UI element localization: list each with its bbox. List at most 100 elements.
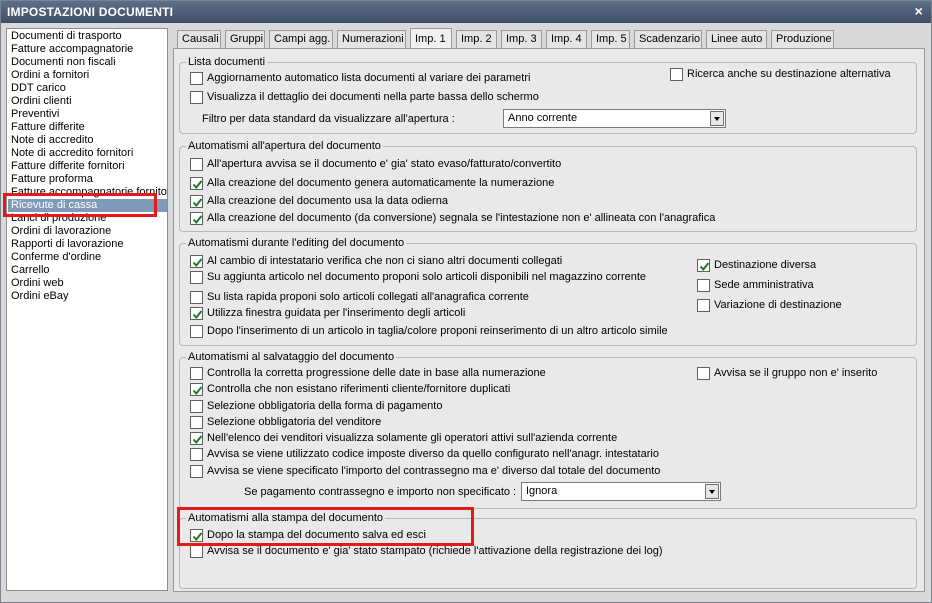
checkmark-icon[interactable] (190, 195, 203, 208)
filter-label: Filtro per data standard da visualizzare… (202, 113, 455, 125)
checkbox-box[interactable] (190, 72, 203, 85)
checkbox-label: Dopo l'inserimento di un articolo in tag… (207, 325, 668, 337)
tab-imp-1[interactable]: Imp. 1 (410, 28, 452, 50)
checkbox-label: Visualizza il dettaglio dei documenti ne… (207, 91, 539, 103)
checkbox-label: Alla creazione del documento genera auto… (207, 177, 555, 189)
checkbox-label: Aggiornamento automatico lista documenti… (207, 72, 531, 84)
checkmark-icon[interactable] (190, 212, 203, 225)
document-type-list[interactable]: Documenti di trasporto Fatture accompagna… (6, 28, 168, 591)
checkbox-label: Dopo la stampa del documento salva ed es… (207, 529, 426, 541)
checkbox-label: Nell'elenco dei venditori visualizza sol… (207, 432, 618, 444)
list-item-fatture-differite-fornitori[interactable]: Fatture differite fornitori (8, 160, 167, 173)
checkbox-box[interactable] (190, 271, 203, 284)
chevron-down-icon[interactable] (710, 111, 724, 126)
tab-imp-5[interactable]: Imp. 5 (591, 30, 630, 49)
list-item-rapporti-di-lavorazione[interactable]: Rapporti di lavorazione (8, 238, 167, 251)
checkbox-box[interactable] (190, 448, 203, 461)
tab-linee-auto[interactable]: Linee auto (706, 30, 767, 49)
checkbox-label: Avvisa se il gruppo non e' inserito (714, 367, 878, 379)
list-item-fatture-differite[interactable]: Fatture differite (8, 121, 167, 134)
checkbox-box[interactable] (190, 158, 203, 171)
checkbox-label: Su aggiunta articolo nel documento propo… (207, 271, 647, 283)
checkbox-box[interactable] (190, 400, 203, 413)
tab-imp-2[interactable]: Imp. 2 (456, 30, 497, 49)
list-item-note-di-accredito[interactable]: Note di accredito (8, 134, 167, 147)
checkbox-label: Controlla che non esistano riferimenti c… (207, 383, 511, 395)
checkbox-label: Variazione di destinazione (714, 299, 842, 311)
checkmark-icon[interactable] (190, 432, 203, 445)
list-item-ddt-carico[interactable]: DDT carico (8, 82, 167, 95)
list-item-carrello[interactable]: Carrello (8, 264, 167, 277)
list-item-conferme-d-ordine[interactable]: Conferme d'ordine (8, 251, 167, 264)
settings-window: IMPOSTAZIONI DOCUMENTI × Documenti di tr… (0, 0, 932, 603)
checkmark-icon[interactable] (190, 177, 203, 190)
checkbox-box[interactable] (190, 465, 203, 478)
tab-gruppi[interactable]: Gruppi (225, 30, 265, 49)
list-item-documenti-non-fiscali[interactable]: Documenti non fiscali (8, 56, 167, 69)
checkmark-icon[interactable] (190, 529, 203, 542)
checkbox-box[interactable] (190, 325, 203, 338)
checkbox-box[interactable] (670, 68, 683, 81)
contrassegno-value: Ignora (526, 485, 558, 497)
checkbox-label: All'apertura avvisa se il documento e' g… (207, 158, 562, 170)
checkbox-label: Alla creazione del documento (da convers… (207, 212, 716, 224)
tab-produzione[interactable]: Produzione (771, 30, 834, 49)
checkbox-label: Su lista rapida proponi solo articoli co… (207, 291, 529, 303)
list-item-ordini-clienti[interactable]: Ordini clienti (8, 95, 167, 108)
chevron-down-icon[interactable] (705, 484, 719, 499)
group-title: Lista documenti (186, 56, 268, 68)
list-item-ricevute-di-cassa[interactable]: Ricevute di cassa (8, 199, 167, 212)
window-title: IMPOSTAZIONI DOCUMENTI (7, 5, 174, 19)
list-item-ordini-di-lavorazione[interactable]: Ordini di lavorazione (8, 225, 167, 238)
checkbox-box[interactable] (190, 545, 203, 558)
checkbox-box[interactable] (190, 367, 203, 380)
list-item-documenti-di-trasporto[interactable]: Documenti di trasporto (8, 30, 167, 43)
checkbox-label: Selezione obbligatoria della forma di pa… (207, 400, 443, 412)
checkbox-box[interactable] (190, 416, 203, 429)
tab-numerazioni[interactable]: Numerazioni (337, 30, 406, 49)
filter-date-select[interactable]: Anno corrente (503, 109, 726, 128)
checkbox-box[interactable] (190, 291, 203, 304)
contrassegno-label: Se pagamento contrassegno e importo non … (244, 486, 517, 498)
group-title: Automatismi al salvataggio del documento (186, 351, 397, 363)
contrassegno-select[interactable]: Ignora (521, 482, 721, 501)
checkbox-box[interactable] (697, 367, 710, 380)
checkbox-label: Controlla la corretta progressione delle… (207, 367, 546, 379)
checkmark-icon[interactable] (190, 255, 203, 268)
tab-panel-imp1: Lista documenti Automatismi all'apertura… (173, 48, 925, 592)
checkbox-label: Destinazione diversa (714, 259, 817, 271)
list-item-note-di-accredito-fornitori[interactable]: Note di accredito fornitori (8, 147, 167, 160)
checkmark-icon[interactable] (190, 383, 203, 396)
checkbox-label: Avvisa se viene utilizzato codice impost… (207, 448, 659, 460)
tab-campi-agg[interactable]: Campi agg. (269, 30, 333, 49)
tab-imp-3[interactable]: Imp. 3 (501, 30, 542, 49)
tab-causali[interactable]: Causali (177, 30, 221, 49)
checkbox-label: Utilizza finestra guidata per l'inserime… (207, 307, 466, 319)
list-item-ordini-web[interactable]: Ordini web (8, 277, 167, 290)
list-item-preventivi[interactable]: Preventivi (8, 108, 167, 121)
checkbox-label: Al cambio di intestatario verifica che n… (207, 255, 563, 267)
list-item-fatture-accompagnatorie[interactable]: Fatture accompagnatorie (8, 43, 167, 56)
list-item-fatture-accompagnatorie-fornito[interactable]: Fatture accompagnatorie fornito (8, 186, 167, 199)
checkmark-icon[interactable] (697, 259, 710, 272)
group-title: Automatismi durante l'editing del docume… (186, 237, 407, 249)
tab-scadenzario[interactable]: Scadenzario (634, 30, 702, 49)
filter-date-value: Anno corrente (508, 112, 578, 124)
group-title: Automatismi alla stampa del documento (186, 512, 386, 524)
checkbox-label: Alla creazione del documento usa la data… (207, 195, 448, 207)
list-item-ordini-a-fornitori[interactable]: Ordini a fornitori (8, 69, 167, 82)
title-bar[interactable]: IMPOSTAZIONI DOCUMENTI × (1, 1, 931, 23)
close-icon[interactable]: × (915, 3, 923, 19)
tab-imp-4[interactable]: Imp. 4 (546, 30, 587, 49)
list-item-lanci-di-produzione[interactable]: Lanci di produzione (8, 212, 167, 225)
checkmark-icon[interactable] (190, 307, 203, 320)
group-title: Automatismi all'apertura del documento (186, 140, 383, 152)
checkbox-box[interactable] (190, 91, 203, 104)
checkbox-box[interactable] (697, 279, 710, 292)
checkbox-label: Selezione obbligatoria del venditore (207, 416, 382, 428)
checkbox-label: Ricerca anche su destinazione alternativ… (687, 68, 891, 80)
checkbox-label: Sede amministrativa (714, 279, 814, 291)
list-item-fatture-proforma[interactable]: Fatture proforma (8, 173, 167, 186)
checkbox-box[interactable] (697, 299, 710, 312)
list-item-ordini-ebay[interactable]: Ordini eBay (8, 290, 167, 303)
